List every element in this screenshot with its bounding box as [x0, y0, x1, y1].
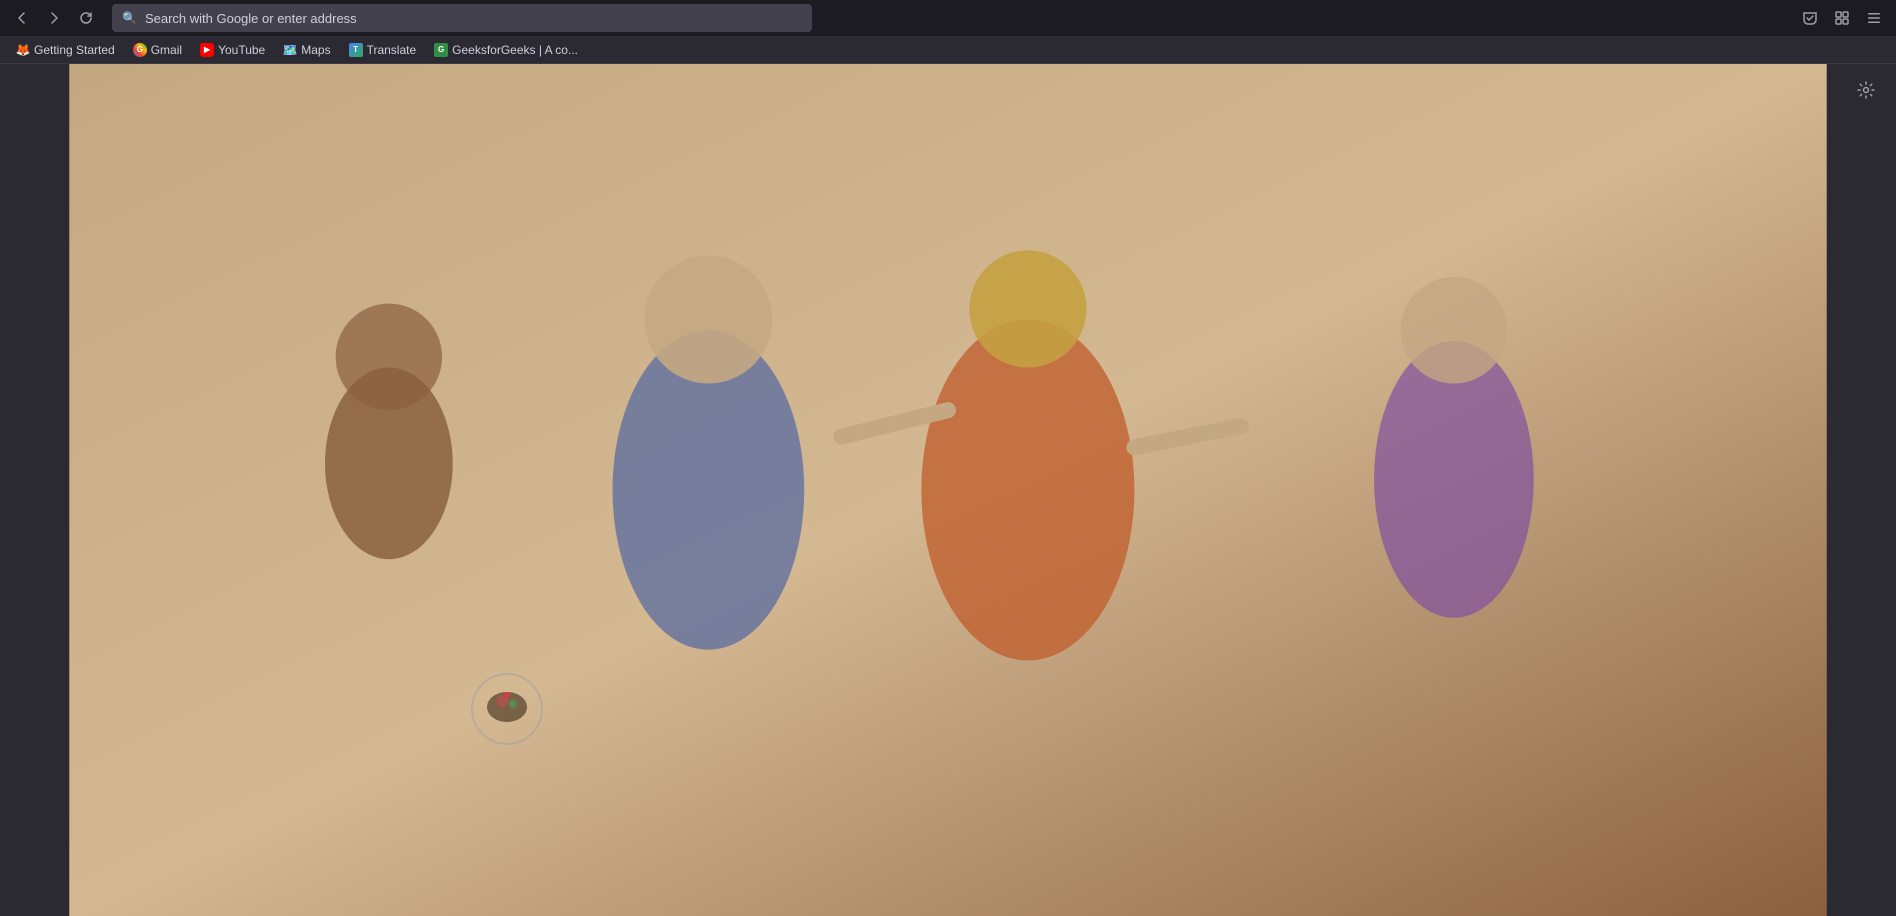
- gmail-favicon: G: [133, 43, 147, 57]
- bookmark-label: GeeksforGeeks | A co...: [452, 43, 578, 57]
- pocket-cards: ✦ ✦ ✦: [297, 619, 1599, 779]
- bookmark-gmail[interactable]: G Gmail: [125, 41, 190, 59]
- bookmark-label: Gmail: [151, 43, 182, 57]
- title-bar: 🔍 Search with Google or enter address: [0, 0, 1896, 36]
- bookmark-translate[interactable]: T Translate: [341, 41, 425, 59]
- pocket-card-art-image: [1178, 619, 1599, 779]
- extensions-button[interactable]: [1828, 4, 1856, 32]
- bookmarks-bar: 🦊 Getting Started G Gmail ▶ YouTube 🗺️ M…: [0, 36, 1896, 64]
- bookmark-label: Translate: [367, 43, 417, 57]
- refresh-button[interactable]: [72, 4, 100, 32]
- getting-started-favicon: 🦊: [16, 43, 30, 57]
- gfg-favicon: G: [434, 43, 448, 57]
- pocket-section: Recommended by Pocket Learn more: [0, 585, 1896, 779]
- pocket-save-button[interactable]: [1796, 4, 1824, 32]
- page-content: Firefox Search with Google or enter addr…: [0, 64, 1896, 916]
- bookmark-youtube[interactable]: ▶ YouTube: [192, 41, 273, 59]
- bookmark-label: Maps: [301, 43, 330, 57]
- address-text: Search with Google or enter address: [145, 11, 802, 26]
- bookmark-maps[interactable]: 🗺️ Maps: [275, 41, 338, 59]
- forward-button[interactable]: [40, 4, 68, 32]
- toolbar-right: [1796, 4, 1888, 32]
- youtube-favicon: ▶: [200, 43, 214, 57]
- browser-chrome: 🔍 Search with Google or enter address: [0, 0, 1896, 64]
- search-icon: 🔍: [122, 11, 137, 25]
- translate-favicon: T: [349, 43, 363, 57]
- bookmark-label: Getting Started: [34, 43, 115, 57]
- bookmark-label: YouTube: [218, 43, 265, 57]
- bookmark-geeksforgeeks[interactable]: G GeeksforGeeks | A co...: [426, 41, 586, 59]
- menu-button[interactable]: [1860, 4, 1888, 32]
- back-button[interactable]: [8, 4, 36, 32]
- pocket-card-art[interactable]: [1178, 619, 1599, 779]
- maps-favicon: 🗺️: [283, 43, 297, 57]
- bookmark-getting-started[interactable]: 🦊 Getting Started: [8, 41, 123, 59]
- address-bar[interactable]: 🔍 Search with Google or enter address: [112, 4, 812, 32]
